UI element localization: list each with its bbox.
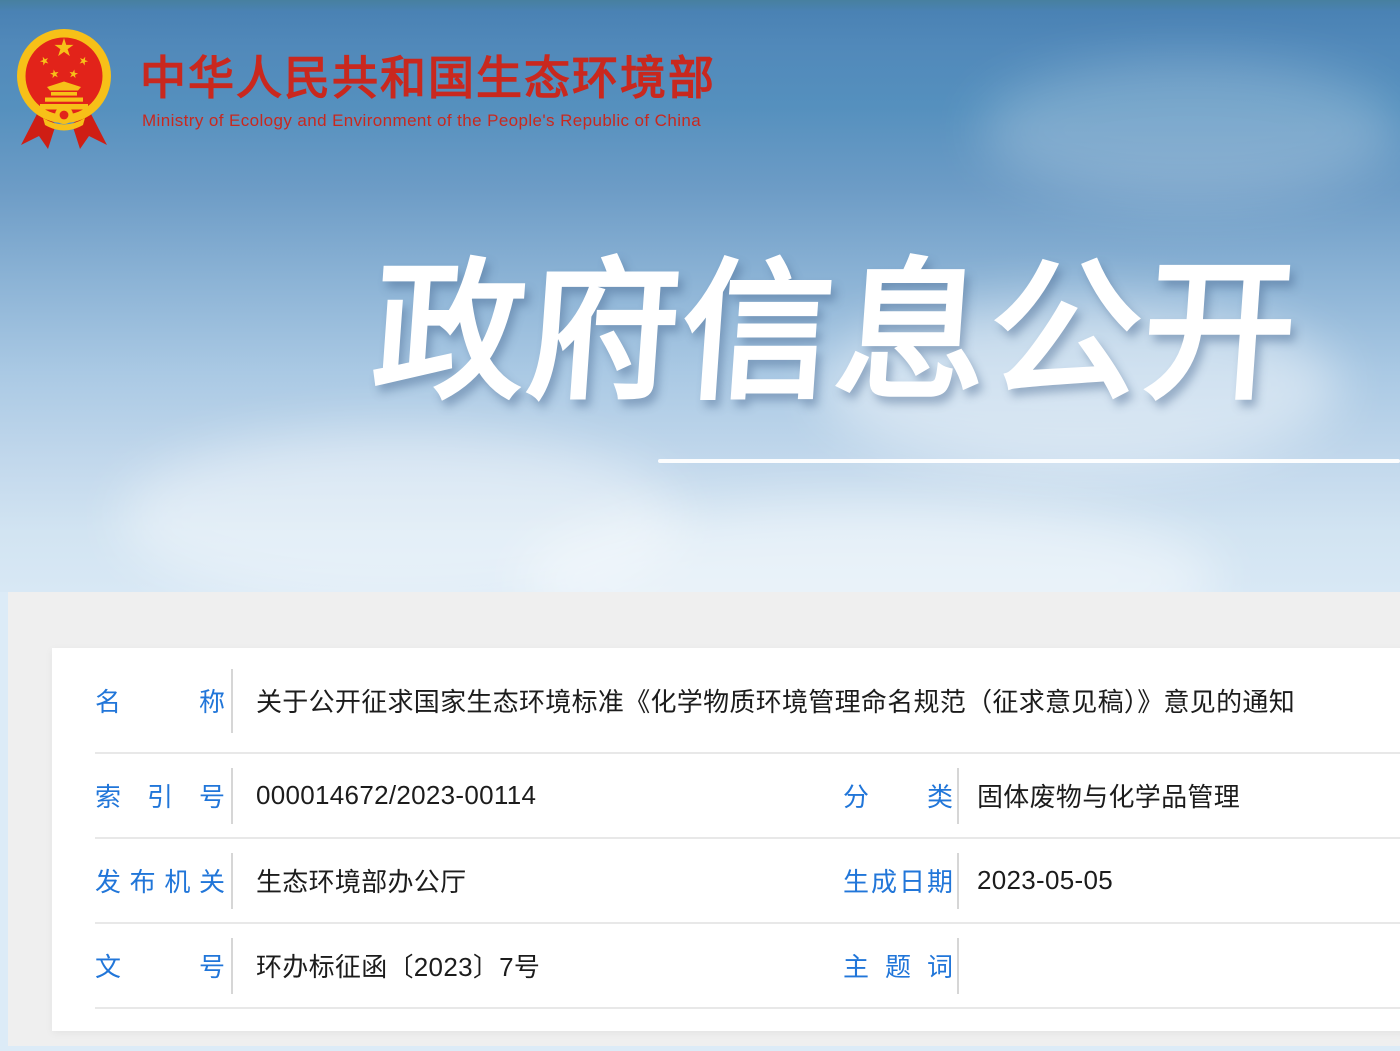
vertical-divider (231, 768, 233, 824)
vertical-divider (957, 853, 959, 909)
content-panel: 名称 关于公开征求国家生态环境标准《化学物质环境管理命名规范（征求意见稿）》意见… (8, 592, 1400, 1046)
date-label: 生成日期 (843, 862, 953, 899)
content-area: 名称 关于公开征求国家生态环境标准《化学物质环境管理命名规范（征求意见稿）》意见… (0, 592, 1400, 1051)
vertical-divider (231, 938, 233, 994)
banner-underline (658, 459, 1400, 463)
vertical-divider (231, 853, 233, 909)
date-value: 2023-05-05 (977, 865, 1113, 896)
vertical-divider (957, 938, 959, 994)
site-header: 中华人民共和国生态环境部 Ministry of Ecology and Env… (0, 0, 1400, 180)
info-cell-index: 索引号 000014672/2023-00114 (95, 753, 810, 838)
docno-label: 文号 (95, 947, 225, 984)
vertical-divider (957, 768, 959, 824)
category-label: 分类 (843, 777, 953, 814)
issuer-value: 生态环境部办公厅 (256, 862, 466, 899)
info-cell-subject: 主题词 (843, 923, 1400, 1008)
banner-title: 政府信息公开 (362, 250, 1309, 417)
sky-banner: 中华人民共和国生态环境部 Ministry of Ecology and Env… (0, 0, 1400, 592)
info-cell-issuer: 发布机关 生态环境部办公厅 (95, 838, 810, 923)
name-label: 名称 (95, 682, 225, 719)
info-row-index-category: 索引号 000014672/2023-00114 分类 固体废物与化学品管理 (52, 753, 1400, 838)
index-label: 索引号 (95, 777, 225, 814)
info-row-name: 名称 关于公开征求国家生态环境标准《化学物质环境管理命名规范（征求意见稿）》意见… (52, 648, 1400, 753)
info-cell-category: 分类 固体废物与化学品管理 (843, 753, 1400, 838)
issuer-label: 发布机关 (95, 862, 225, 899)
site-title[interactable]: 中华人民共和国生态环境部 (140, 42, 716, 108)
category-value: 固体废物与化学品管理 (977, 777, 1240, 814)
name-value: 关于公开征求国家生态环境标准《化学物质环境管理命名规范（征求意见稿）》意见的通知 (256, 682, 1295, 719)
docno-value: 环办标征函〔2023〕7号 (256, 947, 540, 984)
site-subtitle-en: Ministry of Ecology and Environment of t… (142, 111, 701, 131)
row-divider (95, 1007, 1400, 1009)
info-cell-date: 生成日期 2023-05-05 (843, 838, 1400, 923)
index-value: 000014672/2023-00114 (256, 780, 536, 811)
subject-label: 主题词 (843, 947, 953, 984)
document-info-card: 名称 关于公开征求国家生态环境标准《化学物质环境管理命名规范（征求意见稿）》意见… (52, 648, 1400, 1031)
info-cell-name: 名称 关于公开征求国家生态环境标准《化学物质环境管理命名规范（征求意见稿）》意见… (95, 648, 1400, 753)
page: 中华人民共和国生态环境部 Ministry of Ecology and Env… (0, 0, 1400, 1051)
china-national-emblem-icon[interactable] (14, 16, 114, 160)
info-row-issuer-date: 发布机关 生态环境部办公厅 生成日期 2023-05-05 (52, 838, 1400, 923)
info-cell-docno: 文号 环办标征函〔2023〕7号 (95, 923, 810, 1008)
vertical-divider (231, 669, 233, 733)
info-row-docno-subject: 文号 环办标征函〔2023〕7号 主题词 (52, 923, 1400, 1008)
